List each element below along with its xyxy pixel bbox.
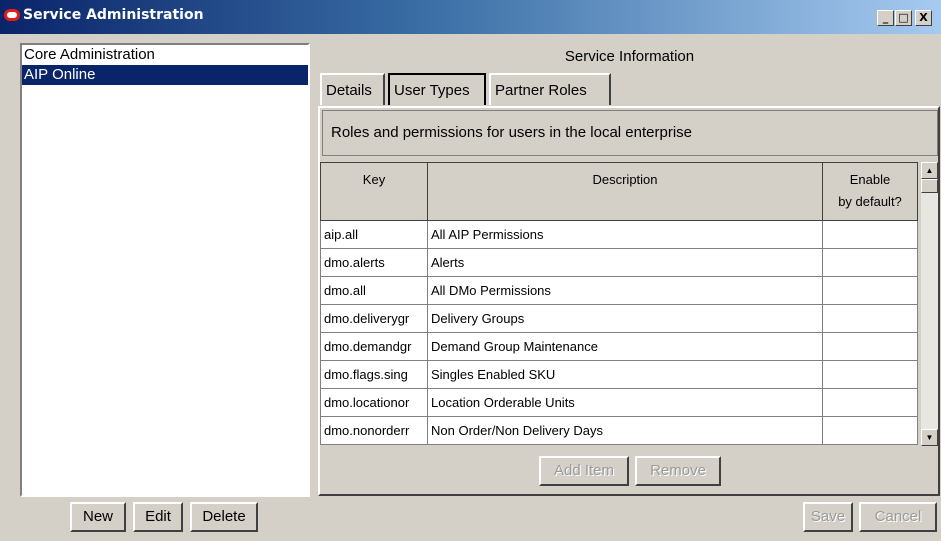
scrollbar-thumb[interactable] bbox=[921, 179, 938, 193]
row-key[interactable]: dmo.alerts bbox=[320, 248, 428, 277]
table-row[interactable]: dmo.all All DMo Permissions bbox=[320, 276, 918, 305]
row-description[interactable]: Location Orderable Units bbox=[427, 388, 823, 417]
tab-user-types[interactable]: User Types bbox=[388, 73, 486, 105]
title-bar: Service Administration _ □ X bbox=[0, 0, 941, 34]
table-row[interactable]: dmo.deliverygr Delivery Groups bbox=[320, 304, 918, 333]
maximize-button[interactable]: □ bbox=[895, 10, 912, 26]
column-header-description[interactable]: Description bbox=[427, 162, 823, 221]
remove-button[interactable]: Remove bbox=[635, 456, 721, 486]
row-description[interactable]: All AIP Permissions bbox=[427, 220, 823, 249]
table-header-row: Key Description Enable by default? bbox=[320, 162, 918, 221]
row-enable-by-default[interactable] bbox=[822, 388, 918, 417]
row-description[interactable]: Demand Group Maintenance bbox=[427, 332, 823, 361]
row-key[interactable]: dmo.deliverygr bbox=[320, 304, 428, 333]
row-description[interactable]: Singles Enabled SKU bbox=[427, 360, 823, 389]
column-header-key[interactable]: Key bbox=[320, 162, 428, 221]
oracle-logo-icon bbox=[4, 9, 20, 21]
table-row[interactable]: dmo.flags.sing Singles Enabled SKU bbox=[320, 360, 918, 389]
row-key[interactable]: dmo.demandgr bbox=[320, 332, 428, 361]
window-title: Service Administration bbox=[23, 7, 204, 23]
add-item-button[interactable]: Add Item bbox=[539, 456, 629, 486]
row-enable-by-default[interactable] bbox=[822, 332, 918, 361]
row-description[interactable]: Delivery Groups bbox=[427, 304, 823, 333]
row-key[interactable]: dmo.all bbox=[320, 276, 428, 305]
new-button[interactable]: New bbox=[70, 502, 126, 532]
edit-button[interactable]: Edit bbox=[133, 502, 183, 532]
row-key[interactable]: dmo.nonorderr bbox=[320, 416, 428, 445]
row-enable-by-default[interactable] bbox=[822, 360, 918, 389]
save-button[interactable]: Save bbox=[803, 502, 853, 532]
row-description[interactable]: Non Order/Non Delivery Days bbox=[427, 416, 823, 445]
row-key[interactable]: dmo.flags.sing bbox=[320, 360, 428, 389]
enable-header-line1: Enable bbox=[849, 172, 891, 187]
table-row[interactable]: aip.all All AIP Permissions bbox=[320, 220, 918, 249]
tab-details[interactable]: Details bbox=[320, 73, 385, 105]
minimize-button[interactable]: _ bbox=[877, 10, 894, 26]
column-header-enable-by-default[interactable]: Enable by default? bbox=[822, 162, 918, 221]
table-row[interactable]: dmo.nonorderr Non Order/Non Delivery Day… bbox=[320, 416, 918, 445]
enable-header-line2: by default? bbox=[838, 194, 902, 209]
service-information-heading: Service Information bbox=[564, 48, 695, 65]
row-key[interactable]: dmo.locationor bbox=[320, 388, 428, 417]
tab-partner-roles[interactable]: Partner Roles bbox=[489, 73, 611, 105]
row-key[interactable]: aip.all bbox=[320, 220, 428, 249]
service-item-aip-online[interactable]: AIP Online bbox=[22, 65, 308, 85]
scroll-down-arrow-icon[interactable]: ▼ bbox=[921, 429, 938, 446]
row-enable-by-default[interactable] bbox=[822, 220, 918, 249]
row-enable-by-default[interactable] bbox=[822, 276, 918, 305]
user-types-description: Roles and permissions for users in the l… bbox=[322, 110, 938, 156]
delete-button[interactable]: Delete bbox=[190, 502, 258, 532]
table-row[interactable]: dmo.locationor Location Orderable Units bbox=[320, 388, 918, 417]
table-row[interactable]: dmo.alerts Alerts bbox=[320, 248, 918, 277]
row-enable-by-default[interactable] bbox=[822, 248, 918, 277]
close-button[interactable]: X bbox=[915, 10, 932, 26]
scroll-up-arrow-icon[interactable]: ▲ bbox=[921, 162, 938, 179]
row-enable-by-default[interactable] bbox=[822, 304, 918, 333]
user-types-table: Key Description Enable by default? aip.a… bbox=[320, 162, 918, 445]
row-enable-by-default[interactable] bbox=[822, 416, 918, 445]
cancel-button[interactable]: Cancel bbox=[859, 502, 937, 532]
row-description[interactable]: Alerts bbox=[427, 248, 823, 277]
table-scrollbar[interactable]: ▲ ▼ bbox=[921, 162, 938, 446]
table-row[interactable]: dmo.demandgr Demand Group Maintenance bbox=[320, 332, 918, 361]
row-description[interactable]: All DMo Permissions bbox=[427, 276, 823, 305]
service-list[interactable]: Core Administration AIP Online bbox=[20, 43, 310, 497]
service-item-core-administration[interactable]: Core Administration bbox=[22, 45, 308, 65]
